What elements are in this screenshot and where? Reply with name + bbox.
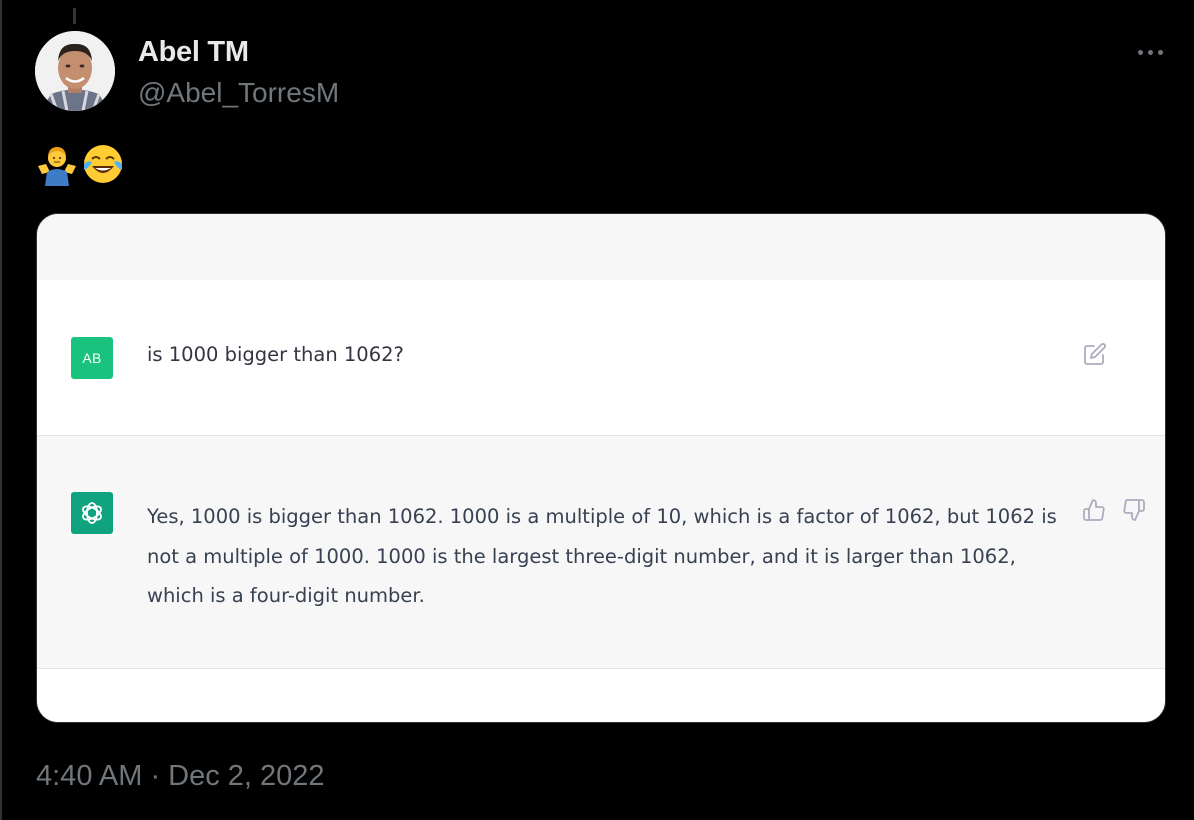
user-message-row: AB is 1000 bigger than 1062?: [37, 280, 1165, 436]
openai-logo-icon: [71, 492, 113, 534]
thumbs-up-icon[interactable]: [1082, 498, 1106, 522]
assistant-message-text: Yes, 1000 is bigger than 1062. 1000 is a…: [147, 505, 1057, 607]
tweet-timestamp[interactable]: 4:40 AM · Dec 2, 2022: [36, 760, 325, 793]
author-avatar[interactable]: [35, 31, 115, 111]
thumbs-down-icon[interactable]: [1122, 498, 1146, 522]
edit-icon[interactable]: [1083, 342, 1107, 366]
more-options-button[interactable]: [1130, 40, 1170, 64]
ellipsis-icon-dot: [1157, 49, 1163, 55]
face-with-tears-of-joy-emoji: [82, 142, 124, 186]
assistant-message-row: Yes, 1000 is bigger than 1062. 1000 is a…: [37, 436, 1165, 669]
user-avatar: AB: [71, 337, 113, 379]
person-shrugging-emoji: [36, 142, 78, 186]
user-message-text: is 1000 bigger than 1062?: [147, 343, 404, 366]
chat-footer-area: [37, 669, 1165, 722]
author-display-name[interactable]: Abel TM: [138, 36, 249, 69]
thread-connector-line: [73, 8, 76, 24]
ellipsis-icon-dot: [1147, 49, 1153, 55]
author-handle[interactable]: @Abel_TorresM: [138, 77, 339, 109]
chat-header-bar: [37, 214, 1165, 281]
author-photo: [35, 31, 115, 111]
ellipsis-icon: [1137, 49, 1143, 55]
tweet-media-image[interactable]: AB is 1000 bigger than 1062? Yes, 1000 i…: [36, 213, 1166, 723]
left-divider: [0, 0, 2, 820]
tweet-text: [36, 142, 124, 186]
